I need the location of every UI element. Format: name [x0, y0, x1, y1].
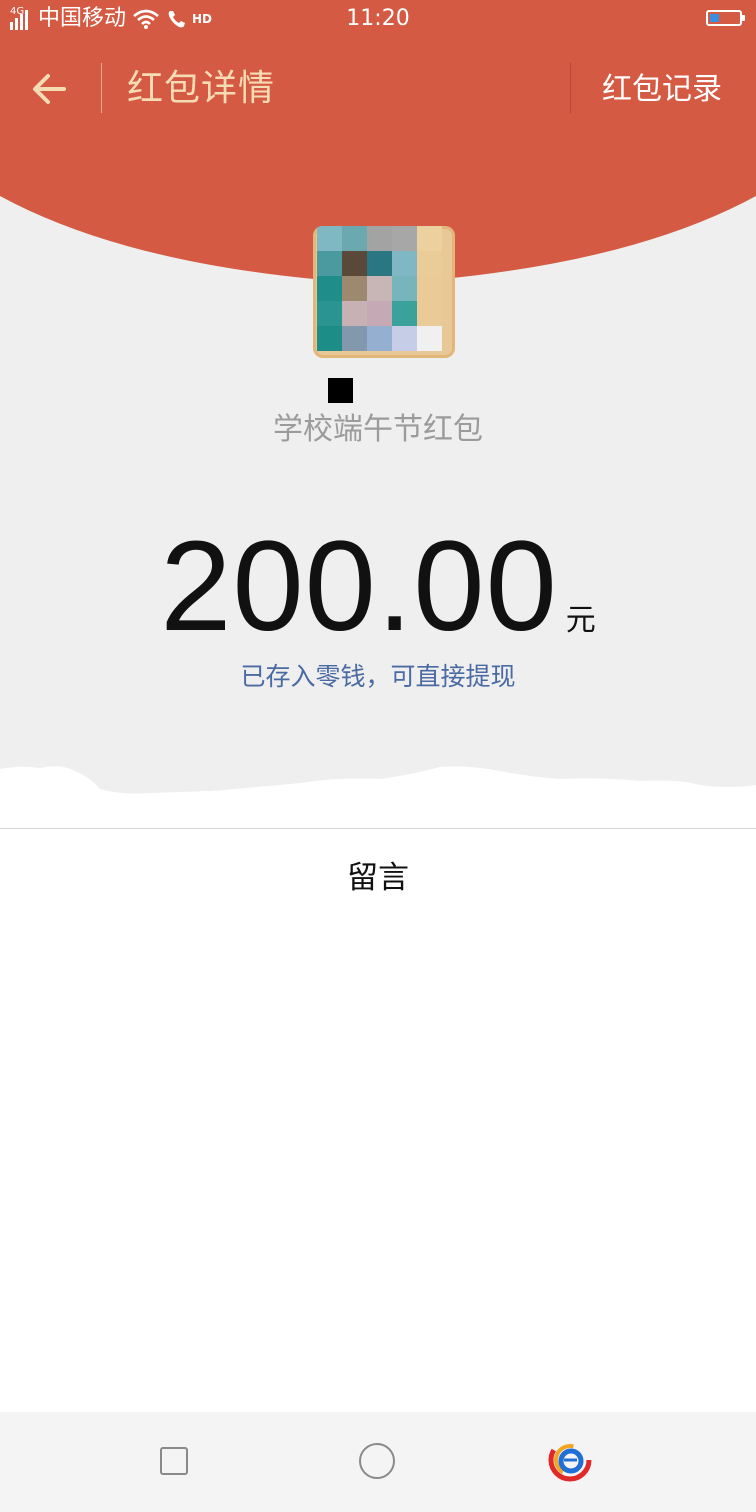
system-navigation-bar [0, 1412, 756, 1512]
currency-unit: 元 [565, 603, 596, 638]
back-arrow-icon [33, 74, 66, 104]
status-bar: 4G 中国移动 HD 11:20 [0, 0, 756, 40]
clock: 11:20 [346, 6, 410, 31]
browser-swirl-icon [548, 1438, 592, 1482]
back-nav-button[interactable] [548, 1436, 598, 1486]
sender-name-redacted: ■ [328, 378, 353, 403]
nav-divider [570, 63, 571, 113]
deposit-status-link[interactable]: 已存入零钱，可直接提现 [0, 658, 756, 696]
page-title: 红包详情 [127, 68, 276, 109]
battery-icon [706, 10, 745, 26]
message-title: 留言 [347, 860, 409, 896]
torn-paper-edge [0, 755, 756, 830]
red-packet-title: 学校端午节红包 [273, 412, 483, 447]
back-button[interactable] [24, 64, 80, 116]
home-button[interactable] [359, 1443, 395, 1479]
red-packet-records-link[interactable]: 红包记录 [602, 68, 722, 112]
amount-row: 200.00 元 [0, 522, 756, 652]
amount-value: 200.00 [160, 515, 558, 658]
avatar-image [317, 226, 442, 351]
recent-apps-button[interactable] [160, 1447, 188, 1475]
avatar [313, 226, 455, 358]
nav-divider [101, 63, 102, 113]
message-area [0, 828, 756, 1413]
